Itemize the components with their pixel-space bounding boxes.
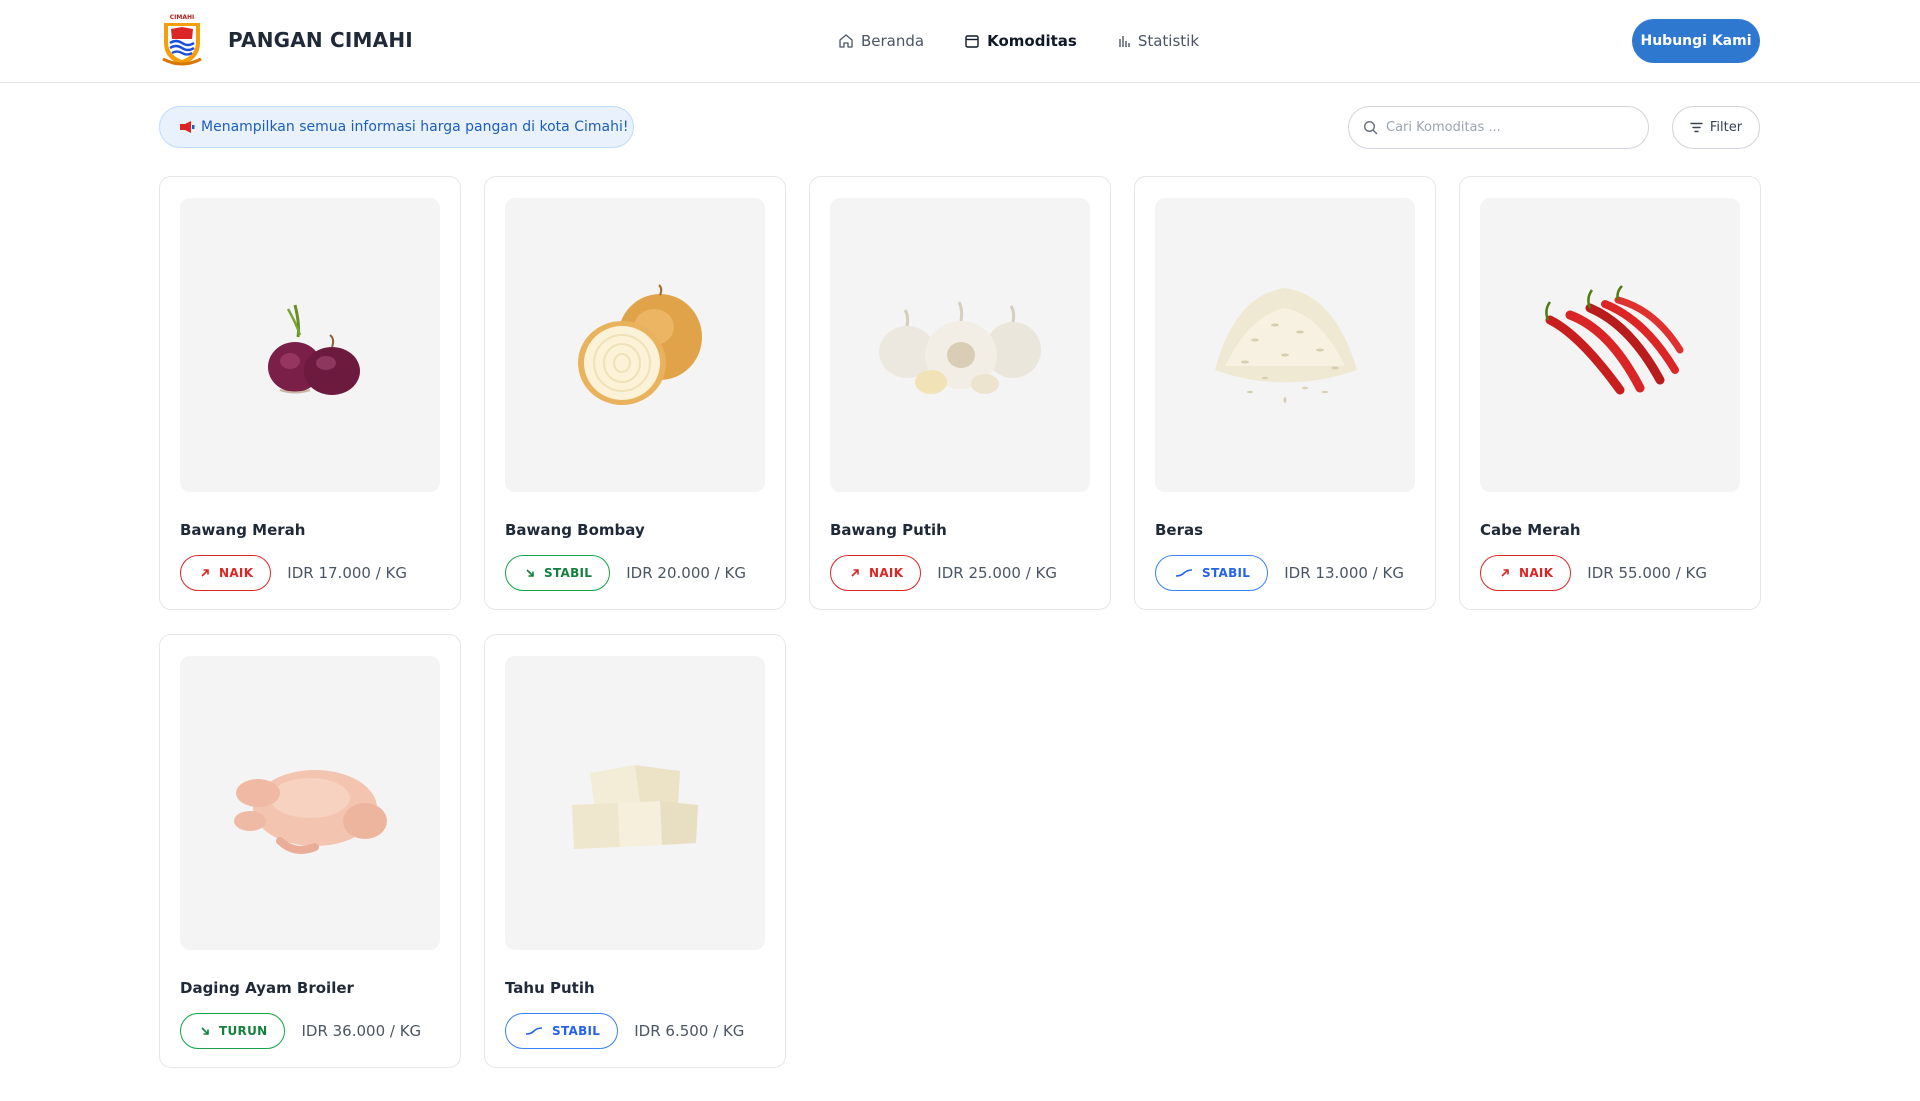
commodity-card[interactable]: Bawang Bombay STABIL IDR 20.000 / KG (484, 176, 786, 610)
commodity-price: IDR 6.500 / KG (634, 1021, 745, 1040)
main-nav: Beranda Komoditas Statistik (838, 28, 1199, 54)
search-icon (1363, 120, 1378, 135)
commodity-name: Bawang Putih (830, 521, 947, 539)
commodity-card[interactable]: Cabe Merah NAIK IDR 55.000 / KG (1459, 176, 1761, 610)
commodity-name: Bawang Merah (180, 521, 306, 539)
status-badge: STABIL (505, 1012, 619, 1049)
arrow-up-right-icon (851, 568, 859, 577)
chicken-image (180, 656, 440, 950)
commodity-name: Cabe Merah (1480, 521, 1581, 539)
commodity-name: Beras (1155, 521, 1204, 539)
commodity-name: Tahu Putih (505, 979, 595, 997)
commodity-price: IDR 55.000 / KG (1587, 563, 1707, 582)
home-icon (839, 34, 853, 48)
nav-statistik[interactable]: Statistik (1117, 28, 1199, 54)
nav-statistik-label: Statistik (1137, 32, 1200, 50)
status-label: TURUN (219, 1023, 268, 1038)
commodity-price-row: NAIK IDR 55.000 / KG (1480, 554, 1707, 591)
trend-flat-icon (525, 1026, 543, 1035)
commodity-price: IDR 17.000 / KG (287, 563, 407, 582)
onion-image (505, 198, 765, 492)
commodity-price: IDR 36.000 / KG (301, 1021, 422, 1040)
commodity-card[interactable]: Daging Ayam Broiler TURUN IDR 36.000 / K… (159, 634, 461, 1068)
commodity-price: IDR 13.000 / KG (1284, 563, 1404, 582)
status-badge: NAIK (1480, 554, 1572, 591)
status-badge: TURUN (180, 1012, 286, 1049)
status-badge: NAIK (180, 554, 272, 591)
commodity-price-row: TURUN IDR 36.000 / KG (180, 1012, 421, 1049)
search-input[interactable] (1386, 120, 1616, 135)
commodity-card[interactable]: Tahu Putih STABIL IDR 6.500 / KG (484, 634, 786, 1068)
commodity-price: IDR 25.000 / KG (937, 563, 1057, 582)
arrow-down-right-icon (201, 1026, 209, 1035)
commodity-price-row: STABIL IDR 13.000 / KG (1155, 554, 1404, 591)
info-banner-text: Menampilkan semua informasi harga pangan… (201, 119, 629, 135)
svg-text:CIMAHI: CIMAHI (170, 14, 195, 21)
commodity-card[interactable]: Beras STABIL IDR 13.000 / KG (1134, 176, 1436, 610)
commodity-price: IDR 20.000 / KG (626, 563, 746, 582)
search-box[interactable] (1348, 106, 1649, 149)
megaphone-icon (179, 121, 195, 133)
info-banner: Menampilkan semua informasi harga pangan… (159, 106, 634, 148)
commodity-price-row: NAIK IDR 25.000 / KG (830, 554, 1057, 591)
red-onion-image (180, 198, 440, 492)
cimahi-logo[interactable]: CIMAHI (159, 13, 205, 67)
nav-beranda-label: Beranda (861, 32, 925, 50)
status-label: STABIL (544, 565, 593, 580)
filter-button[interactable]: Filter (1672, 106, 1760, 149)
commodity-price-row: STABIL IDR 20.000 / KG (505, 554, 746, 591)
status-label: NAIK (1519, 565, 1554, 580)
status-label: NAIK (219, 565, 254, 580)
arrow-up-right-icon (1501, 568, 1509, 577)
commodity-price-row: STABIL IDR 6.500 / KG (505, 1012, 744, 1049)
contact-button[interactable]: Hubungi Kami (1632, 19, 1760, 63)
trend-flat-icon (1175, 568, 1193, 577)
status-badge: STABIL (505, 554, 611, 591)
arrow-up-right-icon (201, 568, 209, 577)
status-badge: NAIK (830, 554, 922, 591)
brand-name[interactable]: PANGAN CIMAHI (228, 27, 413, 53)
commodity-grid: Bawang Merah NAIK IDR 17.000 / KG Bawang… (159, 176, 1761, 1068)
status-label: STABIL (1202, 565, 1251, 580)
filter-icon (1690, 122, 1703, 133)
commodity-price-row: NAIK IDR 17.000 / KG (180, 554, 407, 591)
status-label: NAIK (869, 565, 904, 580)
tofu-image (505, 656, 765, 950)
commodity-card[interactable]: Bawang Putih NAIK IDR 25.000 / KG (809, 176, 1111, 610)
rice-image (1155, 198, 1415, 492)
commodity-card[interactable]: Bawang Merah NAIK IDR 17.000 / KG (159, 176, 461, 610)
nav-komoditas[interactable]: Komoditas (964, 28, 1077, 54)
filter-label: Filter (1709, 120, 1743, 135)
status-label: STABIL (552, 1023, 601, 1038)
commodity-name: Bawang Bombay (505, 521, 645, 539)
arrow-down-right-icon (526, 568, 534, 577)
top-navbar: CIMAHI PANGAN CIMAHI Beranda Komoditas S… (0, 0, 1920, 83)
bar-chart-icon (1119, 36, 1130, 47)
box-icon (965, 35, 979, 48)
status-badge: STABIL (1155, 554, 1269, 591)
garlic-image (830, 198, 1090, 492)
nav-komoditas-label: Komoditas (987, 32, 1077, 50)
red-chili-image (1480, 198, 1740, 492)
nav-beranda[interactable]: Beranda (838, 28, 924, 54)
commodity-name: Daging Ayam Broiler (180, 979, 354, 997)
